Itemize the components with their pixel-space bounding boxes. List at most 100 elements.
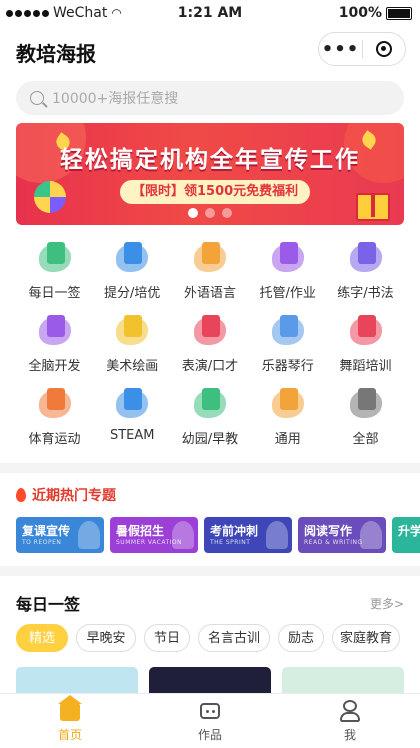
battery-label: 100% — [338, 5, 382, 21]
hot-topic-title: 暑假招生 — [116, 524, 165, 538]
category-item[interactable]: 乐器琴行 — [249, 309, 326, 374]
search-icon — [30, 91, 44, 105]
section-divider — [0, 463, 420, 473]
category-item[interactable]: 通用 — [249, 382, 326, 447]
category-item[interactable]: 练字/书法 — [327, 236, 404, 301]
hot-topic-subtitle: READ & WRITING — [304, 539, 363, 546]
banner-indicator — [16, 208, 404, 218]
pen-icon — [346, 236, 386, 276]
category-item[interactable]: STEAM — [94, 382, 171, 443]
tag-chip[interactable]: 早晚安 — [76, 624, 136, 652]
star-icon — [268, 382, 308, 422]
category-label: 美术绘画 — [106, 359, 159, 374]
hot-topics-header: 近期热门专题 — [16, 485, 116, 505]
graduation-cap-icon — [112, 236, 152, 276]
promo-banner[interactable]: 轻松搞定机构全年宣传工作 【限时】领1500元免费福利 — [16, 123, 404, 225]
tag-chip[interactable]: 名言古训 — [198, 624, 270, 652]
category-item[interactable]: 美术绘画 — [94, 309, 171, 374]
section-divider — [0, 566, 420, 576]
sprout-icon — [190, 382, 230, 422]
hot-topic-title: 考前冲刺 — [210, 524, 259, 538]
homework-icon — [268, 236, 308, 276]
battery-indicator: 100% — [339, 5, 412, 21]
tab-profile[interactable]: 我 — [310, 700, 390, 743]
category-item[interactable]: 每日一签 — [16, 236, 93, 301]
hot-topic-title: 复课宣传 — [22, 524, 71, 538]
hot-topic-card[interactable]: 升学 — [392, 517, 420, 553]
profile-icon — [339, 700, 361, 722]
books-icon — [190, 236, 230, 276]
hot-topic-subtitle: THE SPRINT — [210, 539, 251, 546]
category-label: 体育运动 — [28, 432, 81, 447]
home-icon — [58, 695, 82, 721]
status-bar: WeChat ◠ 1:21 AM 100% — [0, 0, 420, 28]
robot-icon — [112, 382, 152, 422]
works-icon — [200, 703, 220, 719]
hot-topic-title: 升学 — [398, 524, 420, 538]
category-label: 舞蹈培训 — [339, 359, 392, 374]
piano-icon — [268, 309, 308, 349]
nav-bar: 教培海报 ••• — [0, 28, 420, 72]
palette-icon — [112, 309, 152, 349]
search-input[interactable]: 10000+海报任意搜 — [16, 81, 404, 115]
daily-section-title: 每日一签 — [16, 595, 81, 614]
tag-chip[interactable]: 家庭教育 — [332, 624, 400, 652]
tab-bar: 首页 作品 我 — [0, 693, 420, 748]
banner-headline: 轻松搞定机构全年宣传工作 — [60, 147, 360, 173]
category-item[interactable]: 全部 — [327, 382, 404, 447]
category-item[interactable]: 托管/作业 — [249, 236, 326, 301]
banner-dot[interactable] — [222, 208, 232, 218]
category-item[interactable]: 表演/口才 — [172, 309, 249, 374]
hot-topic-title: 阅读写作 — [304, 524, 353, 538]
category-item[interactable]: 幼园/早教 — [172, 382, 249, 447]
hot-topics-list: 复课宣传 TO REOPEN 暑假招生 SUMMER VACATION 考前冲刺 THE … — [16, 517, 420, 555]
tab-label: 作品 — [197, 728, 222, 742]
category-label: 通用 — [274, 432, 301, 447]
ballet-shoes-icon — [346, 309, 386, 349]
hot-topics-title: 近期热门专题 — [32, 488, 116, 504]
category-label: 提分/培优 — [104, 286, 161, 301]
category-item[interactable]: 体育运动 — [16, 382, 93, 447]
mini-program-capsule: ••• — [318, 32, 406, 66]
banner-dot[interactable] — [205, 208, 215, 218]
hot-topic-card[interactable]: 阅读写作 READ & WRITING — [298, 517, 386, 553]
category-label: 外语语言 — [183, 286, 236, 301]
category-label: 托管/作业 — [259, 286, 316, 301]
topic-illustration — [360, 521, 382, 549]
topic-illustration — [78, 521, 100, 549]
hot-topic-card[interactable]: 考前冲刺 THE SPRINT — [204, 517, 292, 553]
search-placeholder: 10000+海报任意搜 — [52, 91, 179, 107]
daily-more-link[interactable]: 更多> — [370, 595, 404, 612]
banner-dot[interactable] — [188, 208, 198, 218]
category-label: STEAM — [109, 428, 155, 443]
target-icon[interactable] — [363, 41, 405, 57]
tab-works[interactable]: 作品 — [170, 700, 250, 743]
page-title: 教培海报 — [16, 42, 96, 66]
tab-home[interactable]: 首页 — [30, 695, 110, 743]
tab-label: 我 — [343, 728, 356, 742]
category-label: 练字/书法 — [337, 286, 394, 301]
tag-chip[interactable]: 励志 — [278, 624, 324, 652]
category-label: 全脑开发 — [28, 359, 81, 374]
category-item[interactable]: 外语语言 — [172, 236, 249, 301]
all-grid-icon — [346, 382, 386, 422]
tag-chip[interactable]: 节日 — [144, 624, 190, 652]
category-label: 每日一签 — [28, 286, 81, 301]
category-label: 幼园/早教 — [181, 432, 239, 447]
topic-illustration — [266, 521, 288, 549]
hot-topic-subtitle: TO REOPEN — [22, 539, 62, 546]
hot-topic-card[interactable]: 复课宣传 TO REOPEN — [16, 517, 104, 553]
category-label: 乐器琴行 — [261, 359, 314, 374]
category-item[interactable]: 全脑开发 — [16, 309, 93, 374]
tag-chip[interactable]: 精选 — [16, 624, 68, 652]
hot-topic-card[interactable]: 暑假招生 SUMMER VACATION — [110, 517, 198, 553]
tab-label: 首页 — [57, 728, 82, 742]
brain-icon — [35, 309, 75, 349]
microphone-icon — [190, 309, 230, 349]
daily-tag-filter: 精选 早晚安 节日 名言古训 励志 家庭教育 — [16, 624, 420, 654]
category-item[interactable]: 提分/培优 — [94, 236, 171, 301]
category-label: 全部 — [352, 432, 379, 447]
sport-icon — [35, 382, 75, 422]
category-item[interactable]: 舞蹈培训 — [327, 309, 404, 374]
more-dots-icon[interactable]: ••• — [319, 39, 362, 60]
